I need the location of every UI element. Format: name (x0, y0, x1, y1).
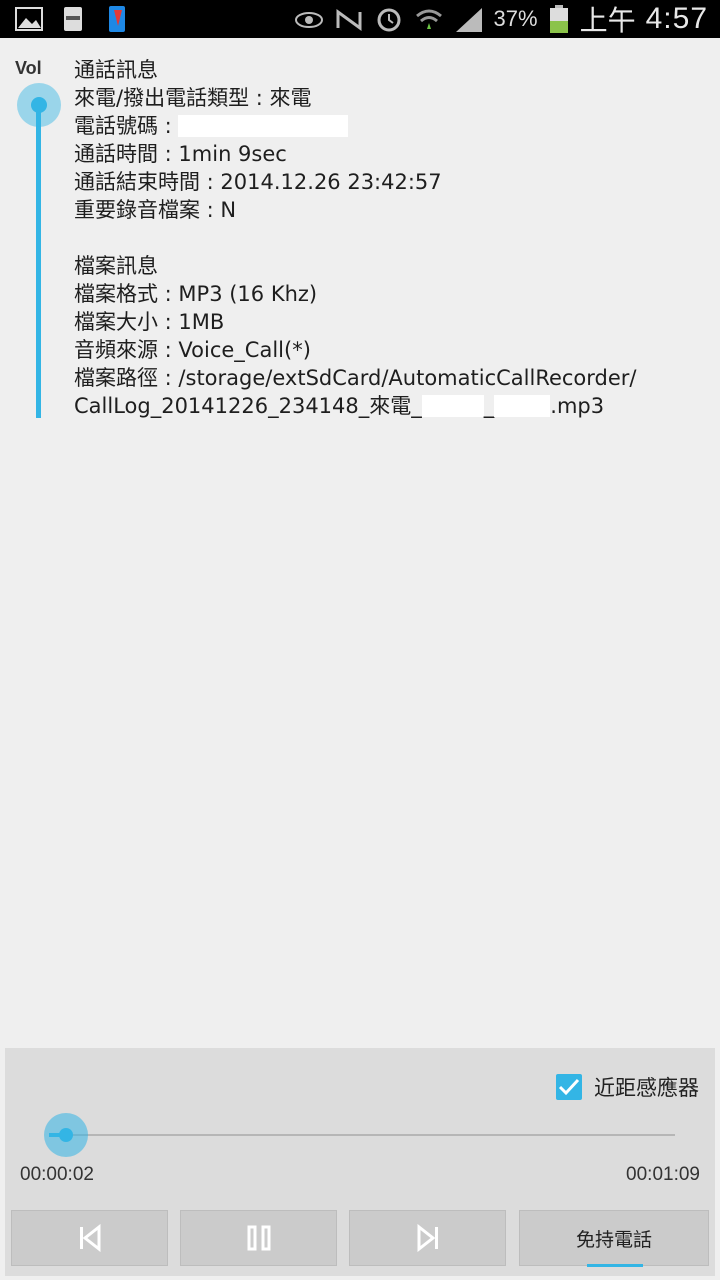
volume-slider-track[interactable] (36, 104, 41, 418)
call-info-heading: 通話訊息 (74, 58, 158, 82)
phone-app-icon (102, 4, 132, 34)
current-time: 00:00:02 (20, 1164, 94, 1185)
file-format: 檔案格式 : MP3 (16 Khz) (74, 282, 318, 306)
audio-source: 音頻來源 : Voice_Call(*) (74, 338, 311, 362)
proximity-checkbox[interactable] (556, 1074, 582, 1100)
file-path-line2: CallLog_20141226_234148_來電_ _ .mp3 (74, 392, 714, 420)
next-button[interactable] (349, 1210, 506, 1266)
call-duration: 通話時間 : 1min 9sec (74, 142, 287, 166)
player-panel: 近距感應器 00:00:02 00:01:09 免持電話 (5, 1048, 715, 1276)
alarm-icon (374, 4, 404, 34)
file-path-line1: 檔案路徑 : /storage/extSdCard/AutomaticCallR… (74, 366, 637, 390)
phone-number-label: 電話號碼 : (74, 114, 172, 138)
phone-number-redacted (178, 115, 349, 137)
file-path-prefix: CallLog_20141226_234148_來電_ (74, 394, 422, 418)
no-signal-icon (334, 4, 364, 34)
signal-icon (454, 4, 484, 34)
pause-icon (247, 1225, 270, 1251)
status-bar: 37% 上午 4:57 (0, 0, 720, 38)
speakerphone-indicator (587, 1264, 643, 1267)
volume-label: Vol (15, 58, 42, 78)
skip-previous-icon (79, 1224, 100, 1252)
file-path-suffix: .mp3 (550, 394, 605, 418)
eye-icon (294, 4, 324, 34)
proximity-label: 近距感應器 (594, 1076, 699, 1100)
file-size: 檔案大小 : 1MB (74, 310, 225, 334)
phone-number-row: 電話號碼 : (74, 112, 714, 140)
clock-ampm: 上午 (579, 4, 636, 37)
call-type: 來電/撥出電話類型 : 來電 (74, 86, 312, 110)
battery-percent: 37% (493, 6, 538, 31)
file-path-mid: _ (483, 394, 495, 418)
check-icon (558, 1078, 580, 1096)
recording-details: 通話訊息 來電/撥出電話類型 : 來電 電話號碼 : 通話時間 : 1min 9… (74, 56, 714, 420)
skip-next-icon (417, 1224, 438, 1252)
total-time: 00:01:09 (626, 1164, 700, 1185)
speakerphone-button[interactable]: 免持電話 (519, 1210, 709, 1266)
seek-bar-thumb-center[interactable] (59, 1128, 73, 1142)
pause-button[interactable] (180, 1210, 337, 1266)
wifi-icon (414, 4, 444, 34)
galaxy-icon (58, 4, 88, 34)
speakerphone-label: 免持電話 (575, 1228, 652, 1251)
file-info-heading: 檔案訊息 (74, 254, 158, 278)
previous-button[interactable] (11, 1210, 168, 1266)
volume-slider-thumb-center[interactable] (31, 97, 47, 113)
gallery-icon (14, 4, 44, 34)
battery-icon (548, 4, 570, 34)
clock-time: 4:57 (645, 2, 708, 35)
call-end-time: 通話結束時間 : 2014.12.26 23:42:57 (74, 170, 442, 194)
file-path-redacted-b (494, 395, 551, 417)
seek-bar-track[interactable] (59, 1134, 675, 1136)
file-path-redacted-a (421, 395, 484, 417)
proximity-sensor-toggle[interactable]: 近距感應器 (556, 1072, 699, 1102)
important-flag: 重要錄音檔案 : N (74, 198, 237, 222)
